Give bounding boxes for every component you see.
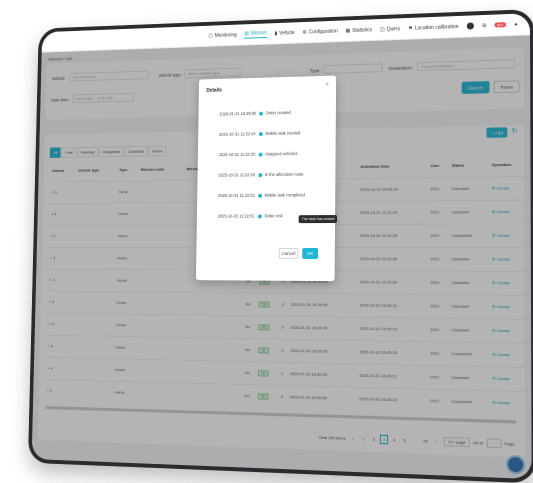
nav-query[interactable]: ◫ Query [380,26,400,33]
event-time: 2025-10-31 11:22:24 [218,131,256,137]
timeline-dot [257,172,262,177]
event-time: 2025-10-31 11:22:51 [218,192,255,199]
event-label: Order end [264,213,283,219]
nav-monitoring[interactable]: ▢ Monitoring [208,32,236,39]
mission-icon: ▤ [244,30,249,37]
timeline-item: 2025-10-31 11:22:51 Mobile task completed [218,192,305,198]
timeline-item: 2025-10-31 11:22:51 Order end [218,213,283,218]
nav-label: Monitoring [214,31,237,39]
language-icon[interactable]: ⊞ [482,22,486,28]
tooltip: The task has ended [298,215,338,224]
modal-title: Details [206,87,222,94]
statistics-icon: ▦ [345,27,351,34]
nav-label: Query [386,25,401,33]
location-icon: ⚑ [408,25,413,32]
nav-configuration[interactable]: ⚙ Configuration [302,28,337,35]
nav-location-calibration[interactable]: ⚑ Location calibration [408,23,458,31]
vehicle-icon: ▮ [274,30,278,37]
theme-icon[interactable] [466,22,474,30]
details-modal: Details × 2026-01-31 18:39:05 Order creat… [195,75,338,282]
configuration-icon: ⚙ [302,29,307,36]
notification-badge[interactable]: 99+ [494,22,506,28]
nav-mission[interactable]: ▤ Mission [244,29,267,39]
nav-vehicle[interactable]: ▮ Vehicle [275,30,295,37]
nav-label: Vehicle [279,29,295,37]
app-screen: ▢ Monitoring ▤ Mission ▮ Vehicle ⚙ Configura… [31,13,532,480]
nav-statistics[interactable]: ▦ Statistics [346,27,372,34]
event-label: In the allocation route [264,171,304,178]
close-icon[interactable]: × [325,82,329,89]
event-time: 2025-10-31 11:22:25 [218,151,256,158]
monitor-icon: ▢ [208,32,213,39]
nav-label: Mission [250,29,267,37]
cancel-button[interactable]: Cancel [278,247,299,259]
ok-button[interactable]: OK [302,247,319,259]
query-icon: ◫ [379,26,385,33]
timeline-dot [258,152,263,157]
timeline-dot [258,131,263,136]
event-label: Mobile task created [265,130,301,136]
event-time: 2026-01-31 18:39:05 [219,110,257,117]
timeline-item: 2025-10-31 11:22:25 Assigned vehicles [219,151,298,157]
timeline-dot [257,193,262,198]
nav-label: Location calibration [414,23,459,32]
stage: ▢ Monitoring ▤ Mission ▮ Vehicle ⚙ Configura… [0,0,533,483]
timeline-dot [259,111,263,116]
event-label: Mobile task completed [264,192,306,198]
nav-label: Statistics [352,26,373,34]
tablet-frame: ▢ Monitoring ▤ Mission ▮ Vehicle ⚙ Configura… [27,8,533,483]
timeline-item: 2025-10-31 11:22:24 Mobile task created [219,130,300,136]
timeline-dot [257,213,262,218]
event-time: 2025-10-31 11:22:51 [217,213,255,219]
timeline-item: 2026-01-31 18:39:05 Order created [219,110,291,117]
event-time: 2025-10-31 11:22:25 [218,172,256,178]
event-label: Assigned vehicles [264,151,298,157]
timeline-item: 2025-10-31 11:22:25 In the allocation rou… [218,172,303,178]
user-icon[interactable]: ● [514,21,517,27]
nav-label: Configuration [308,28,338,35]
event-label: Order created [265,110,291,116]
